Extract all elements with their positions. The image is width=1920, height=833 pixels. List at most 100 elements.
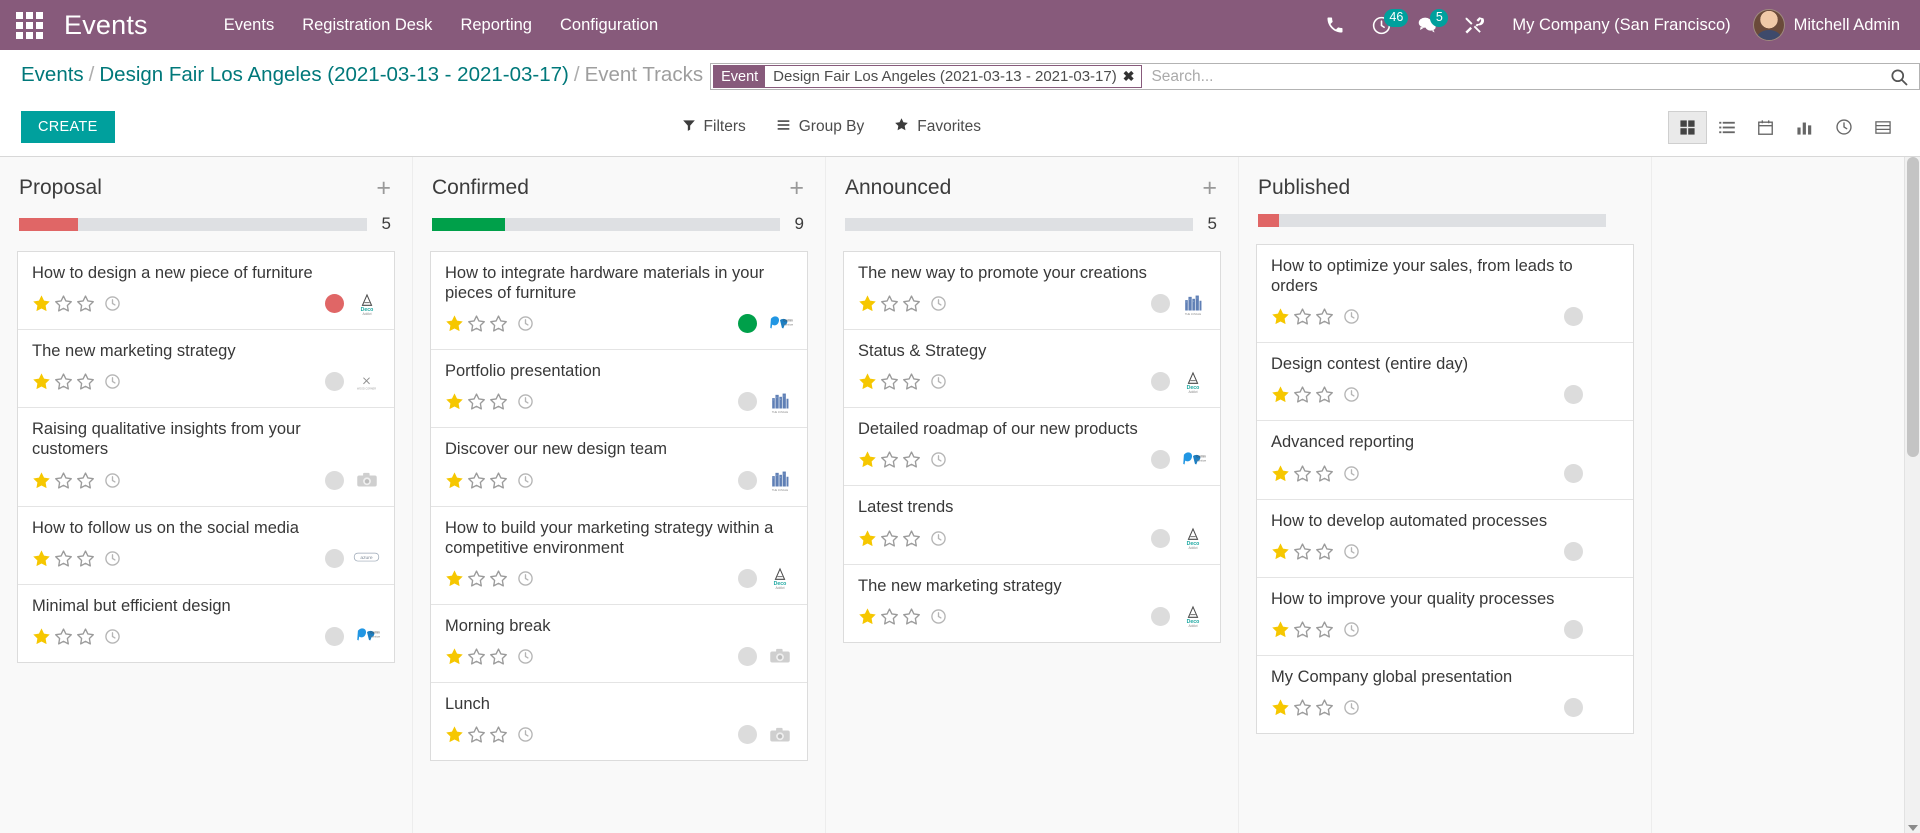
- priority-stars[interactable]: [445, 392, 508, 411]
- priority-stars[interactable]: [32, 372, 95, 391]
- clock-icon[interactable]: [1343, 465, 1360, 482]
- add-card-plus-icon[interactable]: +: [376, 176, 391, 201]
- clock-icon[interactable]: [517, 570, 534, 587]
- star-empty-icon[interactable]: [1293, 542, 1312, 561]
- view-list-button[interactable]: [1707, 111, 1746, 144]
- star-empty-icon[interactable]: [1315, 385, 1334, 404]
- star-filled-icon[interactable]: [445, 647, 464, 666]
- kanban-card[interactable]: The new marketing strategy WOOD CORNER: [18, 330, 394, 409]
- clock-icon[interactable]: [104, 373, 121, 390]
- filters-dropdown[interactable]: Filters: [682, 118, 746, 137]
- priority-stars[interactable]: [32, 549, 95, 568]
- apps-grid-icon[interactable]: [14, 10, 44, 40]
- star-empty-icon[interactable]: [1293, 385, 1312, 404]
- clock-icon[interactable]: [1343, 699, 1360, 716]
- kanban-color-dot[interactable]: [1564, 463, 1583, 483]
- kanban-card[interactable]: How to develop automated processes: [1257, 499, 1633, 578]
- kanban-card[interactable]: Minimal but efficient design Gemini Furni…: [18, 584, 394, 662]
- clock-icon[interactable]: [930, 451, 947, 468]
- tools-icon[interactable]: [1450, 0, 1496, 50]
- kanban-color-dot[interactable]: [1151, 528, 1170, 548]
- kanban-color-dot[interactable]: [738, 314, 757, 334]
- priority-stars[interactable]: [858, 372, 921, 391]
- view-graph-button[interactable]: [1785, 111, 1824, 144]
- star-filled-icon[interactable]: [32, 549, 51, 568]
- star-filled-icon[interactable]: [1271, 307, 1290, 326]
- kanban-column-title[interactable]: Confirmed: [432, 176, 529, 200]
- kanban-color-dot[interactable]: [1564, 307, 1583, 327]
- view-kanban-button[interactable]: [1668, 110, 1707, 144]
- star-empty-icon[interactable]: [902, 607, 921, 626]
- star-empty-icon[interactable]: [902, 450, 921, 469]
- kanban-progress-bar[interactable]: [845, 217, 1193, 231]
- kanban-column-title[interactable]: Proposal: [19, 176, 102, 200]
- user-menu[interactable]: Mitchell Admin: [1747, 9, 1902, 41]
- priority-stars[interactable]: [1271, 542, 1334, 561]
- add-card-plus-icon[interactable]: +: [789, 176, 804, 201]
- app-brand-title[interactable]: Events: [64, 10, 148, 41]
- priority-stars[interactable]: [858, 607, 921, 626]
- kanban-card[interactable]: Discover our new design team THE JUNGLE: [431, 428, 807, 507]
- clock-icon[interactable]: [104, 472, 121, 489]
- star-empty-icon[interactable]: [902, 372, 921, 391]
- vertical-scrollbar[interactable]: [1904, 157, 1920, 833]
- star-empty-icon[interactable]: [76, 294, 95, 313]
- kanban-color-dot[interactable]: [1151, 450, 1170, 470]
- search-icon[interactable]: [1879, 64, 1919, 89]
- kanban-card[interactable]: How to integrate hardware materials in y…: [431, 252, 807, 351]
- priority-stars[interactable]: [1271, 307, 1334, 326]
- priority-stars[interactable]: [445, 314, 508, 333]
- star-empty-icon[interactable]: [467, 647, 486, 666]
- star-empty-icon[interactable]: [1315, 620, 1334, 639]
- kanban-card[interactable]: Advanced reporting: [1257, 421, 1633, 500]
- star-empty-icon[interactable]: [489, 647, 508, 666]
- star-empty-icon[interactable]: [1315, 542, 1334, 561]
- kanban-card[interactable]: Latest trends Deco Addict: [844, 486, 1220, 565]
- star-filled-icon[interactable]: [1271, 385, 1290, 404]
- kanban-card[interactable]: How to build your marketing strategy wit…: [431, 506, 807, 605]
- star-empty-icon[interactable]: [1315, 698, 1334, 717]
- star-empty-icon[interactable]: [1293, 620, 1312, 639]
- breadcrumb-item-event[interactable]: Design Fair Los Angeles (2021-03-13 - 20…: [99, 63, 569, 86]
- priority-stars[interactable]: [32, 471, 95, 490]
- group-by-dropdown[interactable]: Group By: [776, 118, 864, 137]
- kanban-card[interactable]: Status & Strategy Deco Addict: [844, 330, 1220, 409]
- priority-stars[interactable]: [858, 529, 921, 548]
- priority-stars[interactable]: [1271, 698, 1334, 717]
- clock-icon[interactable]: [930, 295, 947, 312]
- clock-icon[interactable]: [1343, 543, 1360, 560]
- kanban-color-dot[interactable]: [1564, 541, 1583, 561]
- clock-icon[interactable]: [517, 648, 534, 665]
- star-filled-icon[interactable]: [32, 294, 51, 313]
- kanban-color-dot[interactable]: [1151, 372, 1170, 392]
- star-empty-icon[interactable]: [54, 549, 73, 568]
- star-empty-icon[interactable]: [54, 627, 73, 646]
- kanban-progress-bar[interactable]: [432, 217, 780, 231]
- clock-icon[interactable]: [104, 295, 121, 312]
- kanban-card[interactable]: Morning break: [431, 604, 807, 683]
- star-filled-icon[interactable]: [32, 471, 51, 490]
- add-card-plus-icon[interactable]: +: [1202, 176, 1217, 201]
- priority-stars[interactable]: [858, 450, 921, 469]
- kanban-card[interactable]: My Company global presentation: [1257, 655, 1633, 733]
- clock-icon[interactable]: [517, 315, 534, 332]
- kanban-card[interactable]: Design contest (entire day): [1257, 343, 1633, 422]
- kanban-color-dot[interactable]: [325, 470, 344, 490]
- star-empty-icon[interactable]: [54, 294, 73, 313]
- clock-icon[interactable]: [930, 608, 947, 625]
- star-empty-icon[interactable]: [489, 569, 508, 588]
- star-filled-icon[interactable]: [858, 607, 877, 626]
- create-button[interactable]: CREATE: [21, 111, 115, 143]
- kanban-card[interactable]: Lunch: [431, 682, 807, 760]
- menu-registration-desk[interactable]: Registration Desk: [288, 0, 446, 50]
- menu-events[interactable]: Events: [210, 0, 288, 50]
- messages-chat-icon[interactable]: 5: [1404, 0, 1450, 50]
- kanban-color-dot[interactable]: [1151, 294, 1170, 314]
- clock-icon[interactable]: [517, 726, 534, 743]
- star-empty-icon[interactable]: [54, 372, 73, 391]
- star-empty-icon[interactable]: [902, 529, 921, 548]
- star-filled-icon[interactable]: [445, 725, 464, 744]
- clock-icon[interactable]: [930, 373, 947, 390]
- kanban-card[interactable]: How to design a new piece of furniture D…: [18, 252, 394, 331]
- star-empty-icon[interactable]: [1315, 464, 1334, 483]
